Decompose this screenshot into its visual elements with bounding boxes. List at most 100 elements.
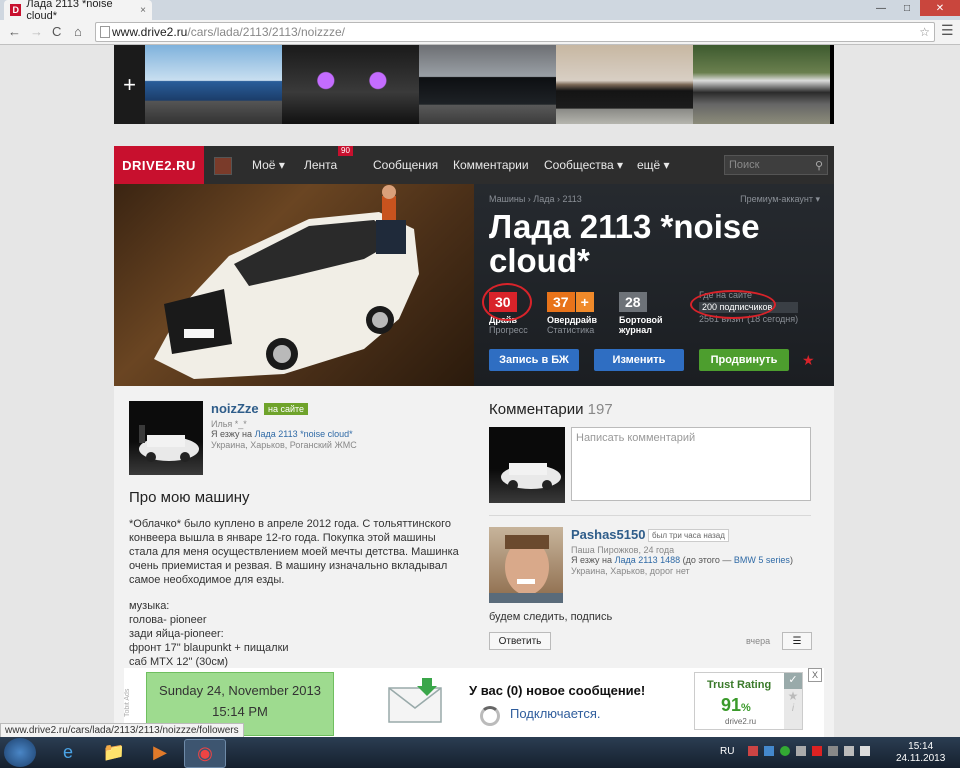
logbook-stat[interactable]: 28 Бортовой журнал xyxy=(619,292,663,335)
nav-my[interactable]: Моё ▾ xyxy=(252,158,285,172)
overdrive-stat[interactable]: 37 + Овердрайв Статистика xyxy=(547,292,597,335)
site-search[interactable]: Поиск ⚲ xyxy=(724,155,828,175)
reply-button[interactable]: Ответить xyxy=(489,632,551,650)
nav-messages[interactable]: Сообщения xyxy=(373,158,438,172)
drives-prefix: Я езжу на xyxy=(571,555,613,565)
forward-icon[interactable]: → xyxy=(30,24,43,39)
reload-icon[interactable]: C xyxy=(52,24,61,39)
car-info-panel: Машины › Лада › 2113 Премиум-аккаунт ▾ Л… xyxy=(474,184,834,386)
previous-car-link[interactable]: BMW 5 series xyxy=(734,555,790,565)
owner-car-link[interactable]: Лада 2113 *noise cloud* xyxy=(255,429,353,439)
overdrive-plus-button[interactable]: + xyxy=(575,292,594,312)
language-indicator[interactable]: RU xyxy=(720,746,734,757)
home-icon[interactable]: ⌂ xyxy=(74,24,82,39)
owner-avatar[interactable] xyxy=(129,401,203,475)
commenter-car-link[interactable]: Лада 2113 1488 xyxy=(615,555,681,565)
comment-text: будем следить, подпись xyxy=(489,611,613,623)
nav-feed[interactable]: Лента xyxy=(304,158,337,172)
media-player-icon[interactable]: ▶ xyxy=(140,739,180,766)
page-icon xyxy=(100,26,110,38)
my-avatar-drawing xyxy=(501,463,561,490)
volume-icon[interactable] xyxy=(860,746,870,756)
favorite-star-icon[interactable]: ★ xyxy=(802,352,815,369)
minimize-icon[interactable]: — xyxy=(868,0,894,16)
trust-rating-widget[interactable]: Trust Rating 91% drive2.ru ✓ ★ i xyxy=(694,672,803,730)
owner-name[interactable]: noizZze xyxy=(211,401,259,416)
ad-close-icon[interactable]: X xyxy=(808,668,822,682)
trust-side-icons: ✓ ★ i xyxy=(784,673,802,729)
chrome-taskbar-icon[interactable]: ◉ xyxy=(184,739,226,768)
car-main-photo[interactable] xyxy=(114,184,474,386)
new-message-text[interactable]: У вас (0) новое сообщение! xyxy=(469,683,645,698)
tray-app-icon[interactable] xyxy=(796,746,806,756)
nav-more[interactable]: ещё ▾ xyxy=(637,158,670,172)
logbook-label-2: журнал xyxy=(619,325,652,335)
owner-location: Украина, Харьков, Роганский ЖМС xyxy=(211,440,357,450)
chrome-menu-icon[interactable]: ☰ xyxy=(941,22,954,39)
music-line: музыка: xyxy=(129,600,170,612)
log-entry-button[interactable]: Запись в БЖ xyxy=(489,349,579,371)
premium-account-link[interactable]: Премиум-аккаунт ▾ xyxy=(740,194,820,205)
tray-icons xyxy=(748,746,870,756)
internet-explorer-icon[interactable]: e xyxy=(48,739,88,766)
comment-menu-icon[interactable]: ☰ xyxy=(782,632,812,650)
user-avatar[interactable] xyxy=(214,157,232,175)
tab-close-icon[interactable]: × xyxy=(140,5,146,16)
check-icon[interactable]: ✓ xyxy=(784,673,802,689)
comment-textarea[interactable]: Написать комментарий xyxy=(571,427,811,501)
tray-app-icon[interactable] xyxy=(828,746,838,756)
url-host: www.drive2.ru xyxy=(112,25,188,39)
info-icon[interactable]: i xyxy=(784,703,802,714)
tray-status-icon[interactable] xyxy=(780,746,790,756)
search-icon[interactable]: ⚲ xyxy=(815,159,823,172)
promote-button[interactable]: Продвинуть xyxy=(699,349,789,371)
system-clock[interactable]: 15:14 24.11.2013 xyxy=(896,741,945,765)
site-logo[interactable]: DRIVE2.RU xyxy=(114,146,204,184)
commenter-meta: Паша Пирожков, 24 года xyxy=(571,545,675,555)
logbook-value: 28 xyxy=(619,292,647,312)
ad-time: 15:14 PM xyxy=(212,704,268,719)
edit-button[interactable]: Изменить xyxy=(594,349,684,371)
strip-photo[interactable] xyxy=(282,45,419,124)
strip-photo[interactable] xyxy=(419,45,556,124)
start-button-icon[interactable] xyxy=(4,738,36,767)
strip-photo[interactable] xyxy=(145,45,282,124)
tray-app-icon[interactable] xyxy=(812,746,822,756)
network-icon[interactable] xyxy=(844,746,854,756)
car-title: Лада 2113 *noise cloud* xyxy=(489,208,760,279)
trust-score: 91% xyxy=(721,695,751,716)
back-icon[interactable]: ← xyxy=(8,24,21,39)
windows-taskbar: e 📁 ▶ ◉ RU 15:14 24.11.2013 xyxy=(0,737,960,768)
trust-site: drive2.ru xyxy=(725,717,757,726)
followers-red-circle-annotation xyxy=(690,290,776,319)
star-icon[interactable]: ★ xyxy=(784,689,802,703)
flag-icon[interactable] xyxy=(748,746,758,756)
strip-photo[interactable] xyxy=(693,45,830,124)
browser-tab[interactable]: D Лада 2113 *noise cloud* × xyxy=(4,0,152,22)
file-explorer-icon[interactable]: 📁 xyxy=(94,739,134,766)
overdrive-label: Овердрайв xyxy=(547,315,597,325)
mail-envelope-icon[interactable] xyxy=(388,676,442,724)
nav-comments[interactable]: Комментарии xyxy=(453,158,529,172)
search-input[interactable]: Поиск xyxy=(729,159,759,171)
car-photo-drawing xyxy=(154,185,419,379)
commenter-name[interactable]: Pashas5150 xyxy=(571,527,645,542)
close-window-icon[interactable]: ✕ xyxy=(920,0,960,16)
bookmark-star-icon[interactable]: ☆ xyxy=(919,25,930,39)
address-bar[interactable]: www.drive2.ru/cars/lada/2113/2113/noizzz… xyxy=(95,22,935,42)
ad-date: Sunday 24, November 2013 xyxy=(159,683,321,698)
about-text: *Облачко* было куплено в апреле 2012 год… xyxy=(129,518,459,586)
about-heading: Про мою машину xyxy=(129,489,250,506)
strip-photo[interactable] xyxy=(556,45,693,124)
maximize-icon[interactable]: □ xyxy=(894,0,920,16)
connecting-text: Подключается. xyxy=(510,706,601,721)
commenter-avatar[interactable] xyxy=(489,527,563,603)
last-seen-badge: был три часа назад xyxy=(648,529,729,542)
breadcrumb[interactable]: Машины › Лада › 2113 xyxy=(489,194,582,204)
commenter-location: Украина, Харьков, дорог нет xyxy=(571,566,690,576)
tray-app-icon[interactable] xyxy=(764,746,774,756)
music-line: голова- pioneer xyxy=(129,614,207,626)
nav-communities[interactable]: Сообщества ▾ xyxy=(544,158,623,172)
online-badge: на сайте xyxy=(264,403,309,415)
add-photo-icon[interactable]: + xyxy=(114,45,145,124)
